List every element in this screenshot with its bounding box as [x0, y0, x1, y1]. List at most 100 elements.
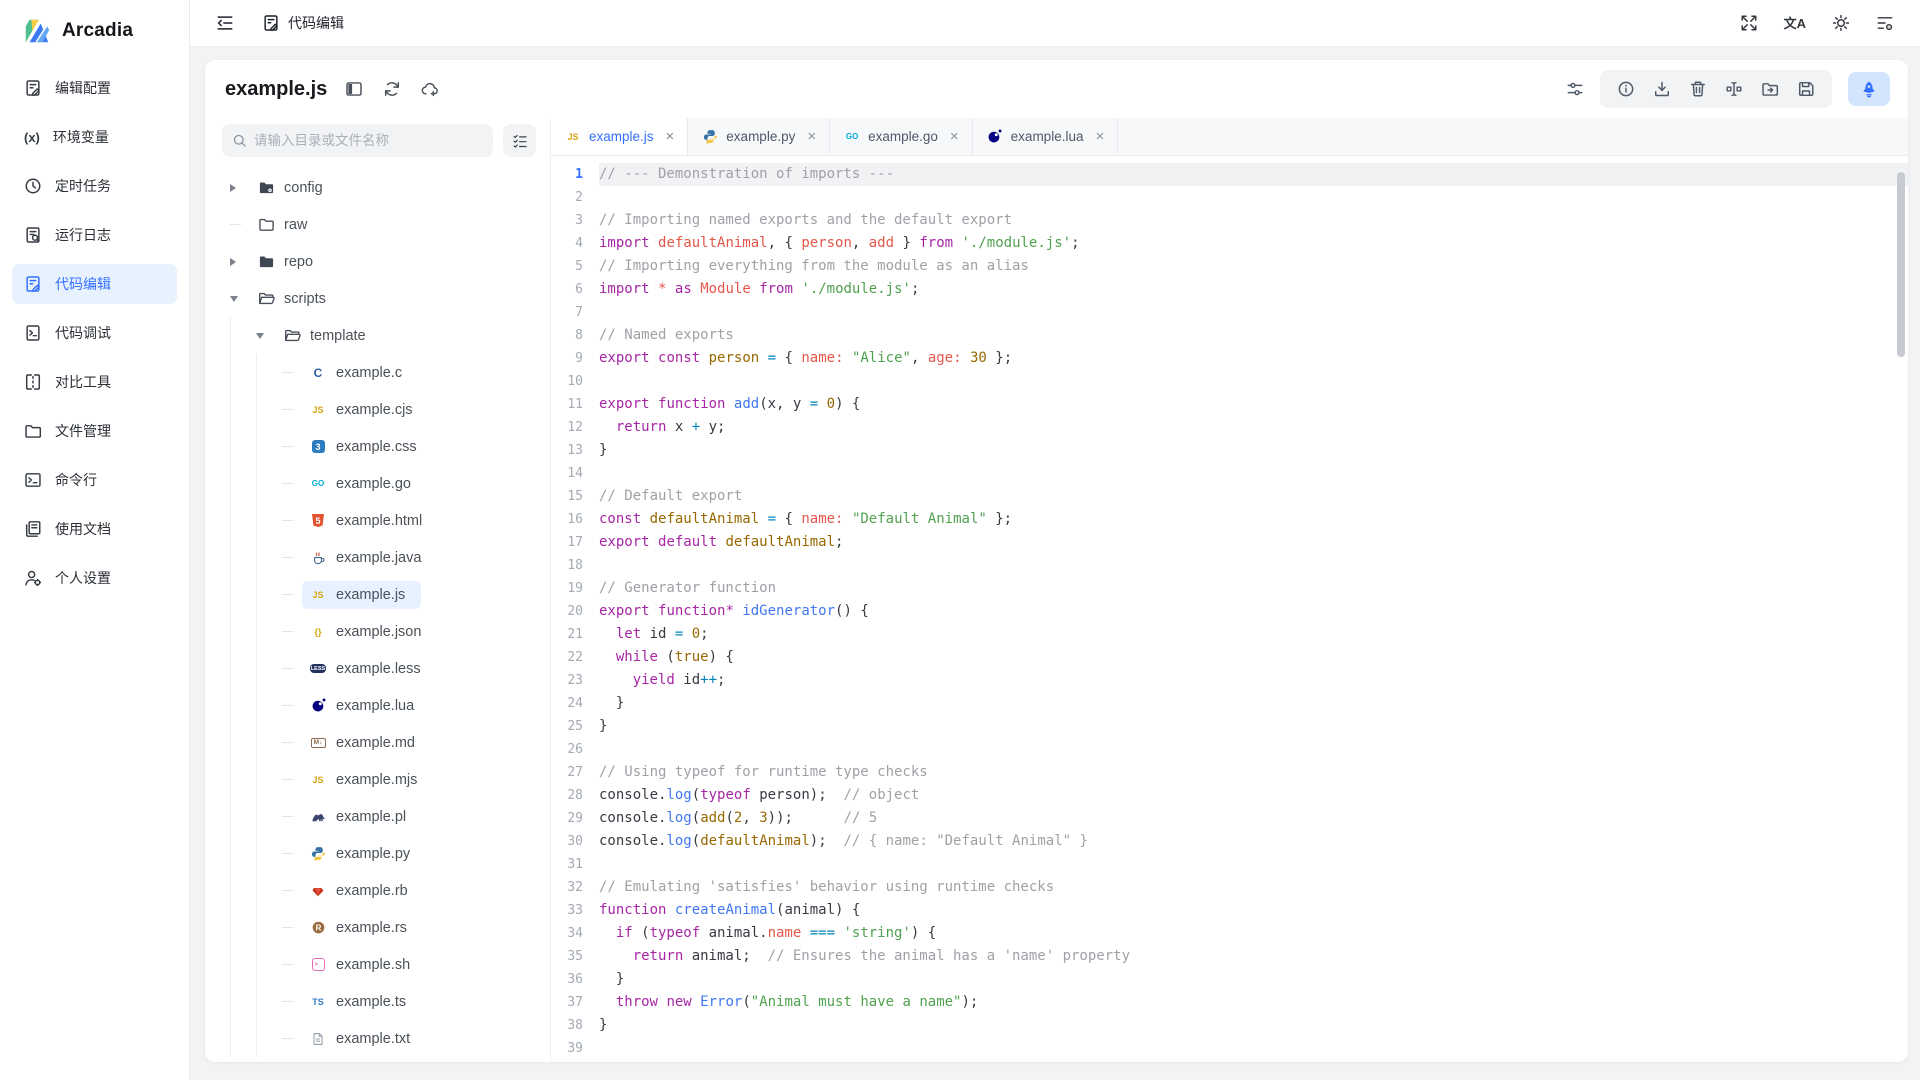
tree-item-example.js[interactable]: JSexample.js: [222, 576, 536, 613]
tree-item-config[interactable]: config: [222, 169, 536, 206]
tree-item-example.md[interactable]: M↓example.md: [222, 724, 536, 761]
tree-item-example.rs[interactable]: Rexample.rs: [222, 909, 536, 946]
tree-item-raw[interactable]: raw: [222, 206, 536, 243]
tree-item-example.cjs[interactable]: JSexample.cjs: [222, 391, 536, 428]
tree-caret-icon[interactable]: [256, 333, 264, 339]
sidebar-item-command-line[interactable]: 命令行: [12, 460, 177, 500]
tree-item-example.pl[interactable]: example.pl: [222, 798, 536, 835]
tree-caret-icon[interactable]: [230, 258, 236, 266]
editor-tab-example.go[interactable]: GOexample.go×: [830, 118, 973, 155]
sh-file-icon: >_: [309, 956, 327, 974]
tree-item-example.json[interactable]: {}example.json: [222, 613, 536, 650]
sliders-icon[interactable]: [1566, 80, 1584, 98]
topbar-tab-code-edit[interactable]: 代码编辑: [262, 13, 344, 33]
tree-item-example.py[interactable]: example.py: [222, 835, 536, 872]
sidebar-item-edit-config[interactable]: 编辑配置: [12, 68, 177, 108]
editor-tab-example.js[interactable]: JSexample.js×: [551, 118, 688, 155]
sidebar-item-file-manage[interactable]: 文件管理: [12, 411, 177, 451]
code-line: 8// Named exports: [551, 324, 1908, 347]
search-input[interactable]: [254, 133, 483, 148]
line-number: 35: [551, 945, 599, 968]
workspace: example.js: [190, 47, 1920, 1080]
tree-item-example.txt[interactable]: example.txt: [222, 1020, 536, 1057]
css-file-icon: 3: [309, 438, 327, 456]
sidebar-item-run-logs[interactable]: 运行日志: [12, 215, 177, 255]
tree-item-example.rb[interactable]: example.rb: [222, 872, 536, 909]
line-number: 38: [551, 1014, 599, 1037]
code-line: 11export function add(x, y = 0) {: [551, 393, 1908, 416]
sidebar-item-code-edit[interactable]: 代码编辑: [12, 264, 177, 304]
tree-item-example.less[interactable]: LESSexample.less: [222, 650, 536, 687]
split-panel-icon[interactable]: [345, 80, 363, 98]
collapse-sidebar-icon[interactable]: [216, 14, 234, 32]
line-number: 10: [551, 370, 599, 393]
line-number: 2: [551, 186, 599, 209]
tree-item-example.go[interactable]: GOexample.go: [222, 465, 536, 502]
code-line: 12return x + y;: [551, 416, 1908, 439]
sidebar-menu: 编辑配置 (x)环境变量定时任务运行日志代码编辑代码调试对比工具文件管理命令行使用…: [0, 60, 189, 607]
tree-item-label: example.md: [336, 735, 415, 751]
card-body: configrawreposcriptstemplateCexample.cJS…: [205, 118, 1908, 1062]
tree-item-example.mjs[interactable]: JSexample.mjs: [222, 761, 536, 798]
code-editor: JSexample.js×example.py×GOexample.go×exa…: [550, 118, 1908, 1062]
py-file-icon: [701, 128, 719, 146]
rename-button[interactable]: [1716, 70, 1752, 108]
code-line: 37throw new Error("Animal must have a na…: [551, 991, 1908, 1014]
close-tab-icon[interactable]: ×: [666, 129, 675, 144]
sidebar-item-compare-tool[interactable]: 对比工具: [12, 362, 177, 402]
translate-icon[interactable]: 文A: [1784, 17, 1806, 30]
tree-item-label: example.css: [336, 439, 417, 455]
tree-item-example.css[interactable]: 3 example.css: [222, 428, 536, 465]
folder-move-button[interactable]: [1752, 70, 1788, 108]
sidebar-item-scheduled-tasks[interactable]: 定时任务: [12, 166, 177, 206]
display-settings-icon[interactable]: [1876, 14, 1894, 32]
code-area: 1// --- Demonstration of imports ---23//…: [551, 156, 1908, 1062]
tree-item-example.html[interactable]: 5example.html: [222, 502, 536, 539]
info-button[interactable]: [1608, 70, 1644, 108]
tree-item-label: example.lua: [336, 698, 414, 714]
close-tab-icon[interactable]: ×: [1095, 129, 1104, 144]
code-line: 26: [551, 738, 1908, 761]
code-line: 34if (typeof animal.name === 'string') {: [551, 922, 1908, 945]
editor-tab-label: example.lua: [1011, 129, 1084, 144]
editor-tab-example.lua[interactable]: example.lua ×: [973, 118, 1119, 155]
sidebar-item-personal-settings[interactable]: 个人设置: [12, 558, 177, 598]
run-rocket-button[interactable]: [1848, 72, 1890, 106]
tree-item-template[interactable]: template: [222, 317, 536, 354]
tree-item-example.c[interactable]: Cexample.c: [222, 354, 536, 391]
tree-item-repo[interactable]: repo: [222, 243, 536, 280]
doc-pen-icon: [24, 79, 42, 97]
compare-icon: [24, 373, 42, 391]
tree-item-example.sh[interactable]: >_example.sh: [222, 946, 536, 983]
trash-button[interactable]: [1680, 70, 1716, 108]
close-tab-icon[interactable]: ×: [807, 129, 816, 144]
tree-caret-icon[interactable]: [230, 296, 238, 302]
sidebar-item-user-docs[interactable]: 使用文档: [12, 509, 177, 549]
folder-open-file-icon: [257, 290, 275, 308]
sync-icon[interactable]: [383, 80, 401, 98]
close-tab-icon[interactable]: ×: [950, 129, 959, 144]
tree-item-example.ts[interactable]: TSexample.ts: [222, 983, 536, 1020]
sidebar-item-env-vars[interactable]: (x)环境变量: [12, 117, 177, 157]
editor-scrollbar[interactable]: [1897, 172, 1905, 357]
tree-item-example.java[interactable]: example.java: [222, 539, 536, 576]
tree-item-label: template: [310, 328, 366, 344]
tree-item-label: example.java: [336, 550, 421, 566]
cloud-upload-icon[interactable]: [421, 80, 439, 98]
save-button[interactable]: [1788, 70, 1824, 108]
tree-item-scripts[interactable]: scripts: [222, 280, 536, 317]
theme-icon[interactable]: [1832, 14, 1850, 32]
line-number: 11: [551, 393, 599, 416]
editor-tab-label: example.js: [589, 129, 654, 144]
tree-caret-icon[interactable]: [230, 184, 236, 192]
tree-item-example.lua[interactable]: example.lua: [222, 687, 536, 724]
editor-tab-example.py[interactable]: example.py×: [688, 118, 830, 155]
line-number: 29: [551, 807, 599, 830]
line-number: 22: [551, 646, 599, 669]
tree-filter-button[interactable]: [503, 124, 536, 157]
sidebar-item-code-debug[interactable]: 代码调试: [12, 313, 177, 353]
tree-item-label: example.rs: [336, 920, 407, 936]
fullscreen-icon[interactable]: [1740, 14, 1758, 32]
line-number: 36: [551, 968, 599, 991]
download-button[interactable]: [1644, 70, 1680, 108]
